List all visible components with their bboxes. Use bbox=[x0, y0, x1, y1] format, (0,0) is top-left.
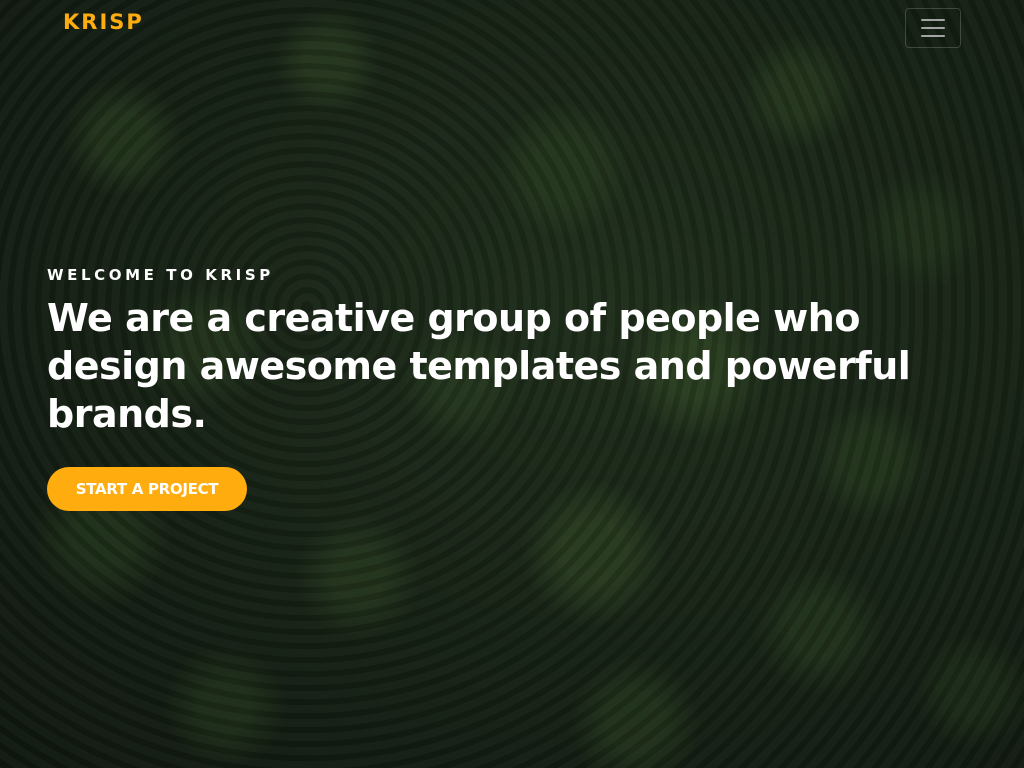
navbar: KRISP bbox=[0, 0, 1024, 56]
start-project-button[interactable]: START A PROJECT bbox=[47, 467, 247, 511]
hamburger-menu-icon bbox=[921, 19, 945, 37]
menu-toggle-button[interactable] bbox=[905, 8, 961, 48]
hero-section: WELCOME TO KRISP We are a creative group… bbox=[47, 264, 1007, 511]
hero-eyebrow: WELCOME TO KRISP bbox=[47, 266, 274, 284]
hero-headline: We are a creative group of people who de… bbox=[47, 296, 911, 436]
brand-logo[interactable]: KRISP bbox=[63, 10, 144, 34]
